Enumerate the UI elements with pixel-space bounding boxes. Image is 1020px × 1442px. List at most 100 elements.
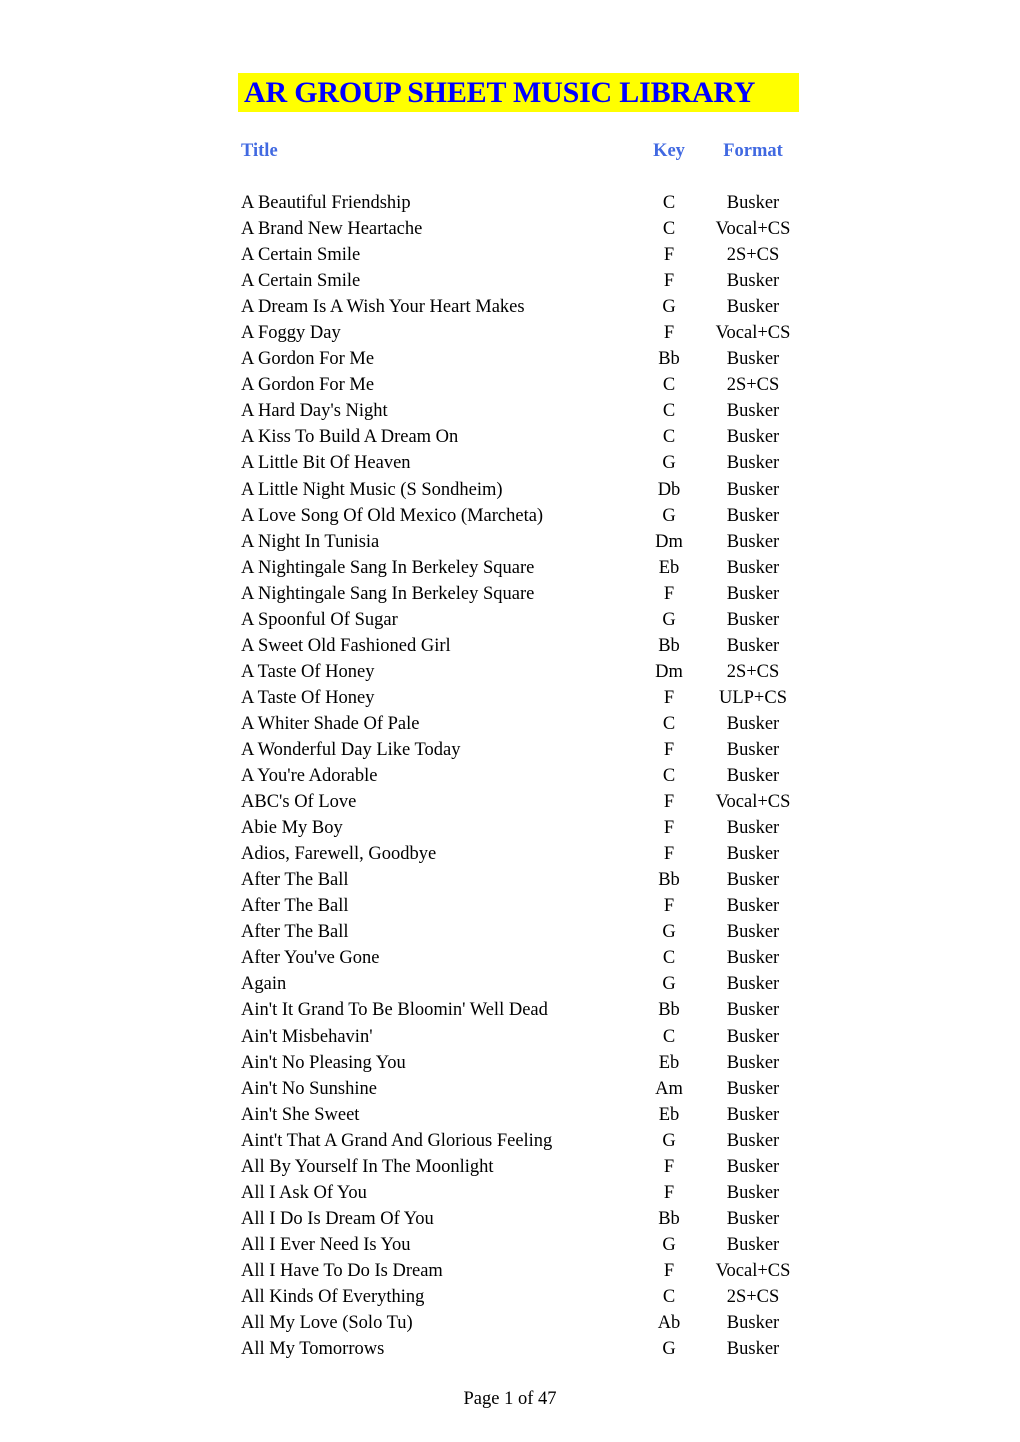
song-format: Busker: [726, 505, 780, 526]
table-row: A Beautiful Friendship C Busker: [0, 191, 1020, 217]
table-row: Ain't No Sunshine Am Busker: [0, 1077, 1020, 1103]
song-title: A Foggy Day: [241, 323, 341, 344]
table-row: Aint't That A Grand And Glorious Feeling…: [0, 1129, 1020, 1155]
song-title: All Kinds Of Everything: [241, 1286, 425, 1307]
song-title: A Gordon For Me: [241, 349, 375, 370]
song-format: Busker: [726, 713, 780, 734]
song-format: Busker: [726, 297, 780, 318]
song-key: C: [662, 766, 676, 787]
table-row: A Certain Smile F 2S+CS: [0, 243, 1020, 269]
song-format: 2S+CS: [726, 661, 780, 682]
song-key: G: [662, 505, 676, 526]
table-row: A You're Adorable C Busker: [0, 764, 1020, 790]
table-row: A Gordon For Me C 2S+CS: [0, 373, 1020, 399]
song-key: Bb: [658, 1000, 680, 1021]
table-row: After The Ball F Busker: [0, 894, 1020, 920]
song-title: All I Do Is Dream Of You: [241, 1208, 434, 1229]
song-key: F: [663, 583, 675, 604]
song-title: After The Ball: [241, 922, 349, 943]
table-row: All My Love (Solo Tu) Ab Busker: [0, 1311, 1020, 1337]
song-title: Abie My Boy: [241, 818, 343, 839]
song-key: F: [663, 271, 675, 292]
song-key: F: [663, 323, 675, 344]
table-row: All Kinds Of Everything C 2S+CS: [0, 1285, 1020, 1311]
song-title: A Spoonful Of Sugar: [241, 609, 398, 630]
table-row: All My Tomorrows G Busker: [0, 1337, 1020, 1363]
table-row: A Taste Of Honey Dm 2S+CS: [0, 660, 1020, 686]
song-format: Vocal+CS: [715, 1260, 791, 1281]
table-row: A Gordon For Me Bb Busker: [0, 347, 1020, 373]
song-key: Bb: [658, 1208, 680, 1229]
table-row: Abie My Boy F Busker: [0, 816, 1020, 842]
song-format: Busker: [726, 427, 780, 448]
song-format: Vocal+CS: [715, 792, 791, 813]
song-key: F: [663, 844, 675, 865]
table-row: Adios, Farewell, Goodbye F Busker: [0, 842, 1020, 868]
column-header-format: Format: [723, 141, 783, 161]
song-key: C: [662, 427, 676, 448]
table-row: All I Ask Of You F Busker: [0, 1181, 1020, 1207]
song-format: 2S+CS: [726, 1286, 780, 1307]
song-title: All By Yourself In The Moonlight: [241, 1156, 494, 1177]
table-row: A Hard Day's Night C Busker: [0, 399, 1020, 425]
song-title: A Certain Smile: [241, 245, 361, 266]
song-title: ABC's Of Love: [241, 792, 357, 813]
table-row: A Dream Is A Wish Your Heart Makes G Buske…: [0, 295, 1020, 321]
table-row: A Little Night Music (S Sondheim) Db Buske…: [0, 478, 1020, 504]
song-title: Again: [241, 974, 287, 995]
song-title: A Hard Day's Night: [241, 401, 388, 422]
table-row: A Foggy Day F Vocal+CS: [0, 321, 1020, 347]
song-key: Bb: [658, 870, 680, 891]
song-format: Busker: [726, 818, 780, 839]
song-title: A Nightingale Sang In Berkeley Square: [241, 557, 535, 578]
song-format: Busker: [726, 1182, 780, 1203]
song-key: C: [662, 375, 676, 396]
song-title: Ain't She Sweet: [241, 1104, 360, 1125]
song-key: G: [662, 453, 676, 474]
page-number: Page 1 of 47: [463, 1389, 557, 1409]
song-format: Busker: [726, 844, 780, 865]
song-format: Busker: [726, 1234, 780, 1255]
table-row: All I Do Is Dream Of You Bb Busker: [0, 1207, 1020, 1233]
song-format: Busker: [726, 531, 780, 552]
song-format: Busker: [726, 1156, 780, 1177]
song-format: Busker: [726, 1104, 780, 1125]
song-format: Busker: [726, 1208, 780, 1229]
song-key: C: [662, 1026, 676, 1047]
song-title: A Dream Is A Wish Your Heart Makes: [241, 297, 525, 318]
song-title: A Kiss To Build A Dream On: [241, 427, 459, 448]
table-row: A Little Bit Of Heaven G Busker: [0, 451, 1020, 477]
table-row: A Certain Smile F Busker: [0, 269, 1020, 295]
song-title: A Brand New Heartache: [241, 219, 423, 240]
song-format: Busker: [726, 401, 780, 422]
song-key: C: [662, 713, 676, 734]
song-key: F: [663, 818, 675, 839]
table-row: A Taste Of Honey F ULP+CS: [0, 686, 1020, 712]
song-title: After The Ball: [241, 896, 349, 917]
song-format: Busker: [726, 1313, 780, 1334]
table-row: A Kiss To Build A Dream On C Busker: [0, 425, 1020, 451]
song-key: F: [663, 1182, 675, 1203]
song-key: Bb: [658, 349, 680, 370]
song-format: Busker: [726, 1026, 780, 1047]
song-key: F: [663, 1156, 675, 1177]
table-row: Again G Busker: [0, 972, 1020, 998]
song-key: Dm: [655, 531, 683, 552]
song-format: Busker: [726, 271, 780, 292]
song-format: 2S+CS: [726, 375, 780, 396]
song-title: A Taste Of Honey: [241, 661, 375, 682]
column-header-title: Title: [241, 141, 278, 161]
song-key: G: [662, 974, 676, 995]
song-title: A Love Song Of Old Mexico (Marcheta): [241, 505, 544, 526]
song-title: A Taste Of Honey: [241, 687, 375, 708]
song-format: Busker: [726, 479, 780, 500]
song-key: C: [662, 401, 676, 422]
table-row: A Spoonful Of Sugar G Busker: [0, 608, 1020, 634]
song-title: All I Have To Do Is Dream: [241, 1260, 443, 1281]
song-title: A Whiter Shade Of Pale: [241, 713, 420, 734]
song-key: Ab: [657, 1313, 681, 1334]
table-row: ABC's Of Love F Vocal+CS: [0, 790, 1020, 816]
song-title: Ain't No Sunshine: [241, 1078, 377, 1099]
song-title: After The Ball: [241, 870, 349, 891]
song-title: All My Tomorrows: [241, 1339, 385, 1360]
